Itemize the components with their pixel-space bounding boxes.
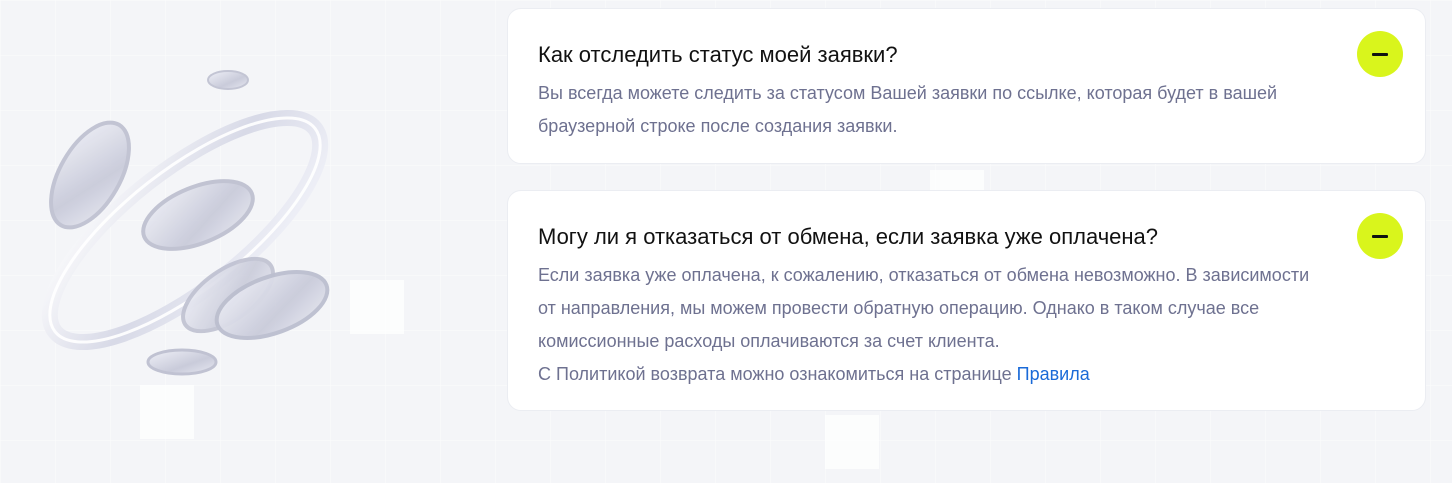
faq-item[interactable]: Могу ли я отказаться от обмена, если зая… xyxy=(507,190,1426,411)
faq-answer-text: Если заявка уже оплачена, к сожалению, о… xyxy=(538,265,1310,351)
collapse-button[interactable] xyxy=(1357,213,1403,259)
collapse-button[interactable] xyxy=(1357,31,1403,77)
faq-item[interactable]: Как отследить статус моей заявки? Вы все… xyxy=(507,8,1426,164)
faq-answer: Если заявка уже оплачена, к сожалению, о… xyxy=(538,259,1325,391)
refund-policy-line: С Политикой возврата можно ознакомиться … xyxy=(538,358,1325,391)
background-tile xyxy=(825,415,879,469)
rules-link[interactable]: Правила xyxy=(1017,364,1090,384)
faq-section: Как отследить статус моей заявки? Вы все… xyxy=(0,0,1452,483)
refund-policy-text: С Политикой возврата можно ознакомиться … xyxy=(538,364,1012,384)
minus-icon xyxy=(1372,234,1388,238)
faq-answer: Вы всегда можете следить за статусом Ваш… xyxy=(538,77,1325,143)
glass-coins-illustration xyxy=(20,50,360,400)
minus-icon xyxy=(1372,52,1388,56)
faq-question[interactable]: Могу ли я отказаться от обмена, если зая… xyxy=(538,223,1325,251)
faq-answer-text: Вы всегда можете следить за статусом Ваш… xyxy=(538,83,1278,136)
glass-ring-and-coins-icon xyxy=(41,70,330,376)
faq-list: Как отследить статус моей заявки? Вы все… xyxy=(507,8,1426,411)
faq-question[interactable]: Как отследить статус моей заявки? xyxy=(538,41,1325,69)
